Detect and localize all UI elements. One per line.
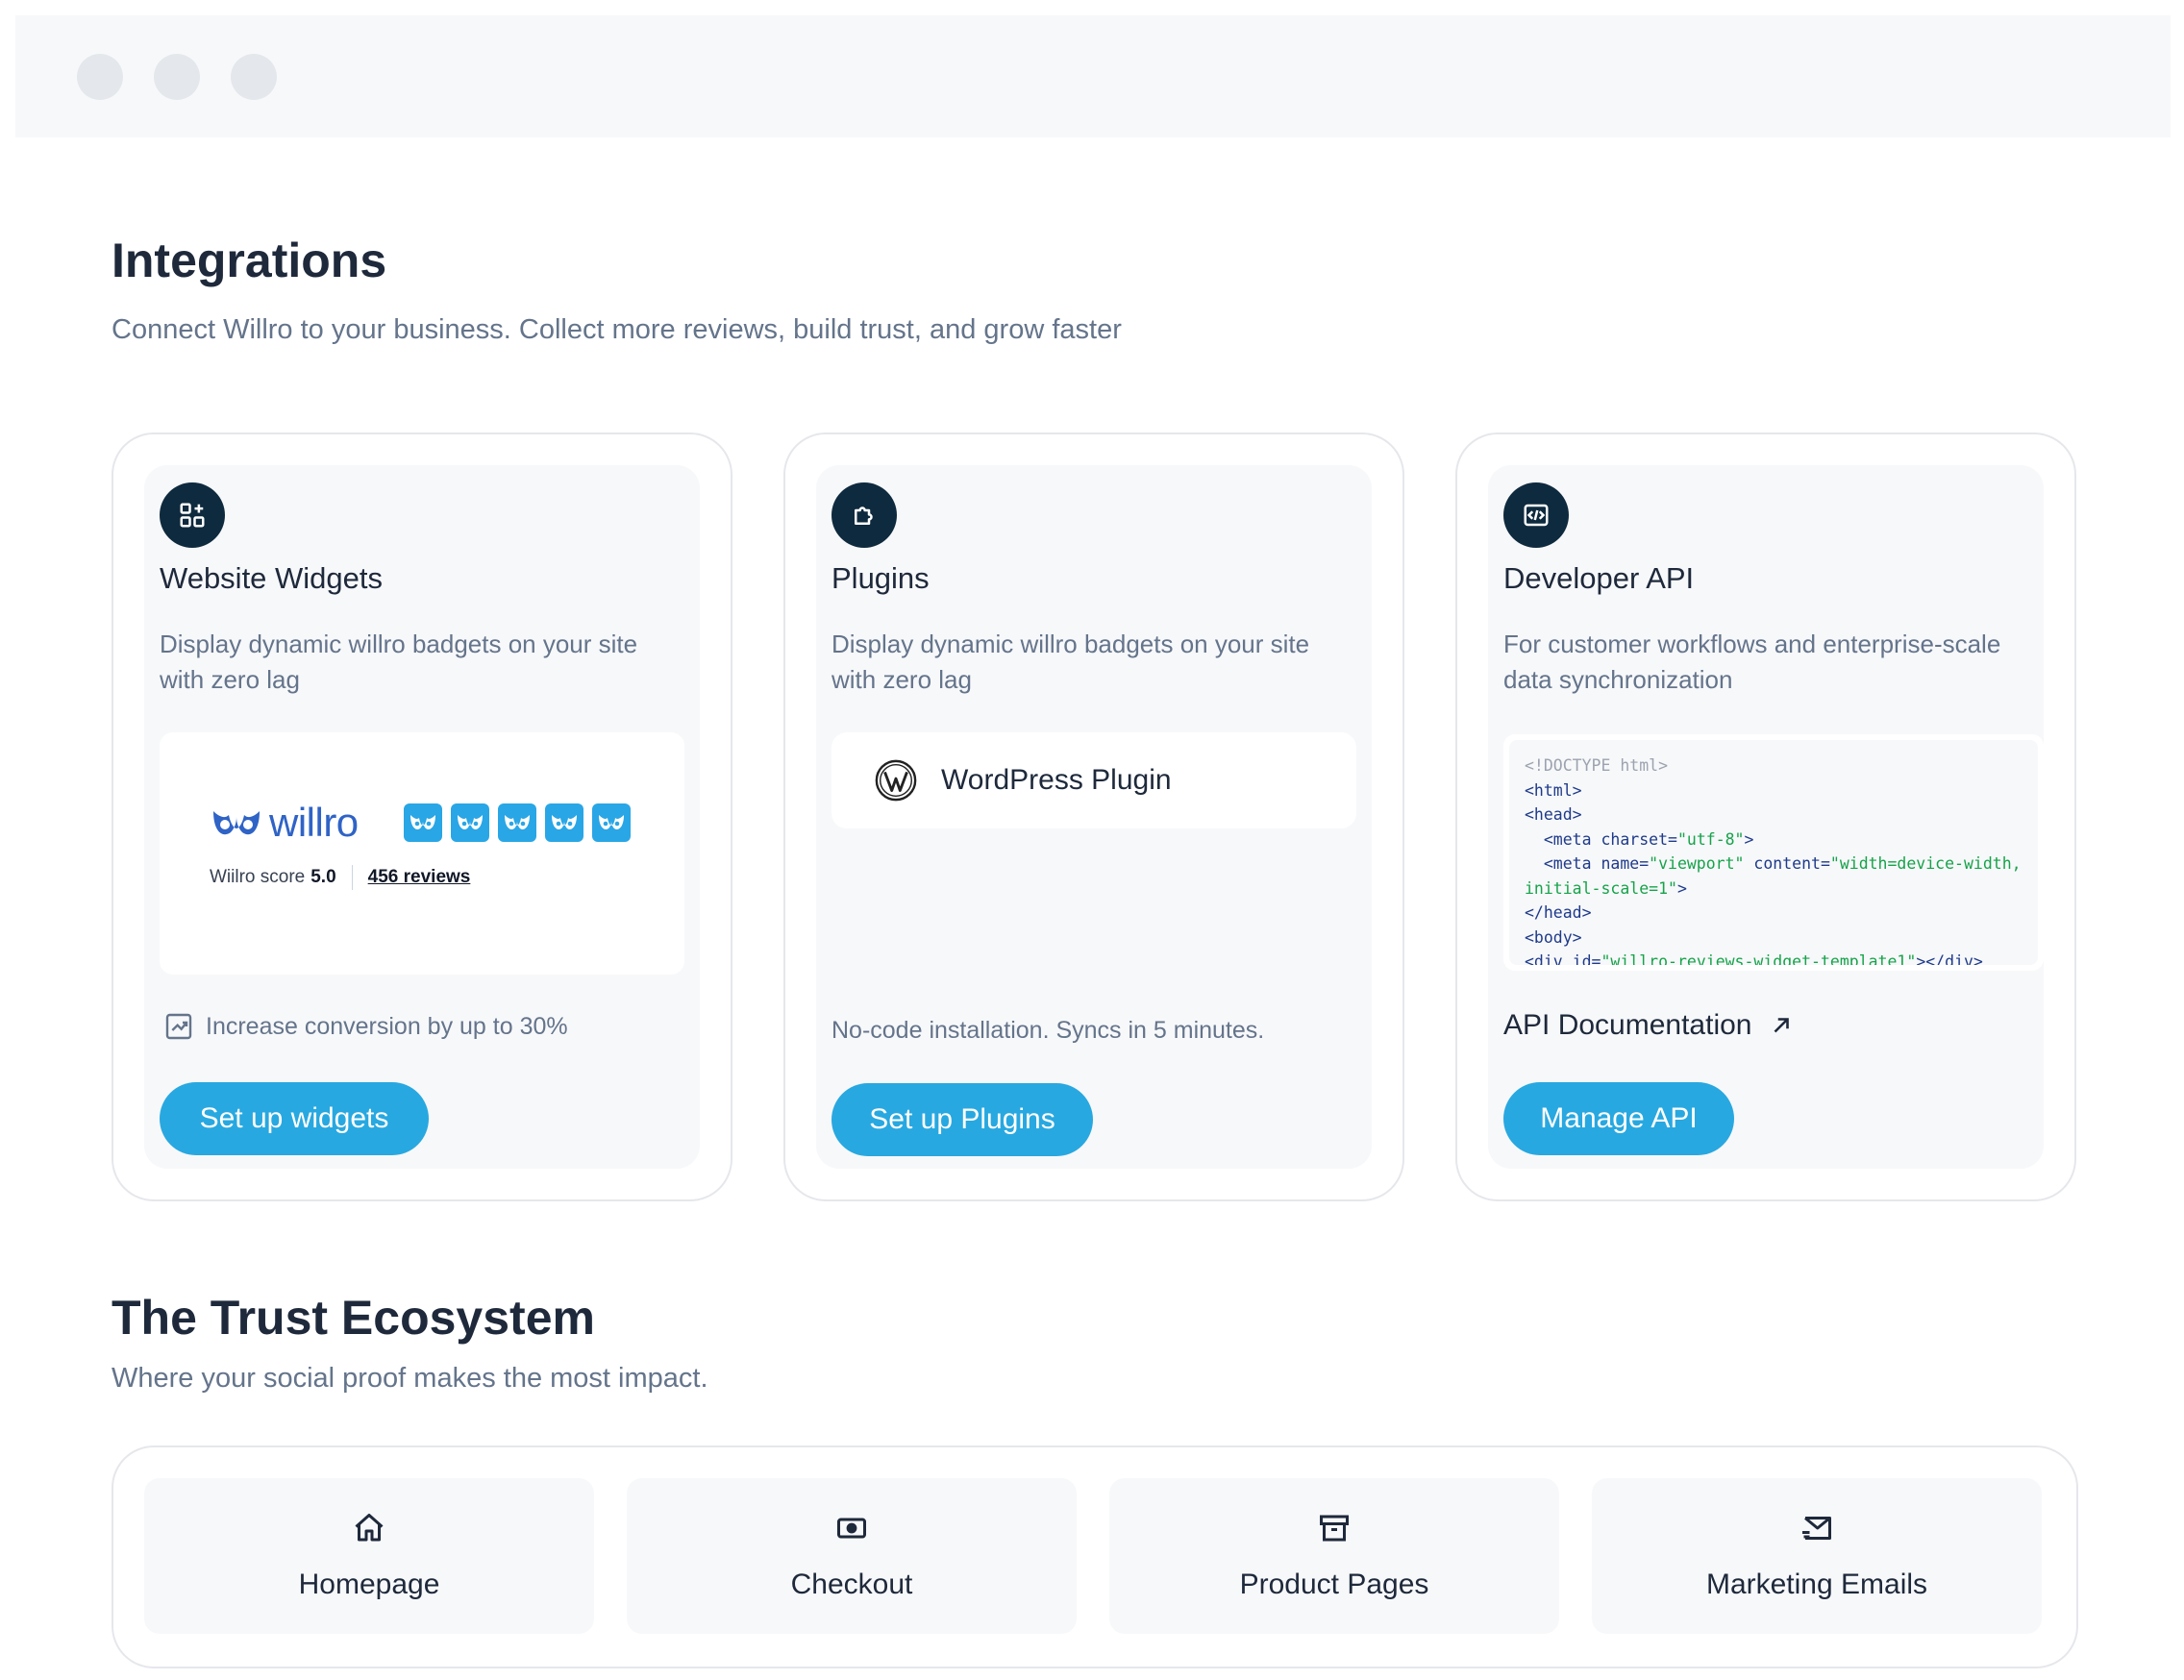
- ecosystem-item-product-pages[interactable]: Product Pages: [1109, 1478, 1559, 1634]
- code-line: <div id="willro-reviews-widget-template1…: [1525, 950, 2023, 965]
- review-badge-preview: willro Wiilro score 5.0 456 reviews: [160, 732, 684, 975]
- code-snippet: <!DOCTYPE html> <html> <head> <meta char…: [1503, 734, 2044, 971]
- card-description: Display dynamic willro badgets on your s…: [831, 630, 1310, 694]
- ecosystem-item-marketing-emails[interactable]: Marketing Emails: [1592, 1478, 2042, 1634]
- code-line: </head>: [1525, 903, 1592, 922]
- code-token: >: [1676, 878, 1687, 898]
- window-titlebar: [15, 15, 2171, 137]
- card-description: For customer workflows and enterprise-sc…: [1503, 630, 2001, 694]
- window-control-dot[interactable]: [77, 54, 123, 100]
- code-token: <meta name=: [1525, 854, 1650, 873]
- manage-api-button[interactable]: Manage API: [1503, 1082, 1734, 1155]
- card-website-widgets: Website Widgets Display dynamic willro b…: [112, 432, 732, 1201]
- wordpress-icon: [875, 759, 917, 802]
- conversion-benefit: Increase conversion by up to 30%: [163, 1011, 568, 1042]
- code-token: ></div>: [1916, 952, 1983, 965]
- ecosystem-panel: Homepage Checkout Product Pages Marketin…: [112, 1445, 2078, 1668]
- willro-logo-icon: [213, 811, 260, 835]
- code-line: <html>: [1525, 780, 1582, 800]
- home-icon: [355, 1514, 384, 1542]
- chart-trend-icon: [165, 1013, 192, 1040]
- star-rating: [404, 803, 631, 842]
- code-token: "willro-reviews-widget-template1": [1601, 952, 1917, 965]
- card-developer-api-inner: Developer API For customer workflows and…: [1488, 465, 2044, 1169]
- score-value: 5.0: [310, 867, 336, 887]
- score-row: Wiilro score 5.0 456 reviews: [210, 865, 470, 890]
- code-line: <meta name="viewport" content="width=dev…: [1525, 852, 2023, 901]
- set-up-plugins-button[interactable]: Set up Plugins: [831, 1083, 1093, 1156]
- plugin-name: WordPress Plugin: [941, 764, 1172, 796]
- arrow-up-right-icon: [1774, 1018, 1790, 1033]
- card-title: Website Widgets: [160, 561, 384, 595]
- reviews-link[interactable]: 456 reviews: [368, 867, 471, 888]
- card-plugins: Plugins Display dynamic willro badgets o…: [783, 432, 1404, 1201]
- code-token: "viewport": [1649, 854, 1745, 873]
- willro-logo: willro: [210, 800, 359, 846]
- window-control-dot[interactable]: [154, 54, 200, 100]
- card-developer-api: Developer API For customer workflows and…: [1455, 432, 2076, 1201]
- ecosystem-item-label: Marketing Emails: [1705, 1569, 1928, 1600]
- ecosystem-item-label: Checkout: [790, 1569, 913, 1600]
- card-title: Plugins: [831, 561, 930, 595]
- widgets-icon: [160, 482, 225, 548]
- code-token: <meta charset=: [1525, 829, 1677, 849]
- page-subtitle: Connect Willro to your business. Collect…: [112, 314, 1122, 345]
- code-token: <div id=: [1525, 952, 1601, 965]
- page-title: Integrations: [112, 234, 387, 287]
- card-plugins-inner: Plugins Display dynamic willro badgets o…: [816, 465, 1372, 1169]
- divider: [351, 865, 353, 890]
- ecosystem-item-checkout[interactable]: Checkout: [627, 1478, 1077, 1634]
- api-documentation-link[interactable]: API Documentation: [1503, 1009, 1794, 1042]
- puzzle-icon: [831, 482, 897, 548]
- score-label: Wiilro score: [210, 867, 306, 887]
- archive-box-icon: [1320, 1515, 1349, 1542]
- star-icon: [592, 803, 631, 842]
- api-documentation-label: API Documentation: [1503, 1009, 1752, 1041]
- card-title: Developer API: [1503, 561, 1695, 595]
- code-line: <head>: [1525, 805, 1582, 824]
- ecosystem-item-label: Homepage: [298, 1569, 440, 1600]
- code-token: "utf-8": [1676, 829, 1745, 849]
- code-line: <body>: [1525, 927, 1582, 947]
- wordpress-plugin-item[interactable]: WordPress Plugin: [831, 732, 1356, 828]
- star-icon: [404, 803, 442, 842]
- card-website-widgets-inner: Website Widgets Display dynamic willro b…: [144, 465, 700, 1169]
- cash-icon: [837, 1518, 866, 1539]
- benefit-text: Increase conversion by up to 30%: [206, 1012, 568, 1040]
- ecosystem-item-label: Product Pages: [1239, 1569, 1429, 1600]
- star-icon: [545, 803, 583, 842]
- code-icon: [1503, 482, 1569, 548]
- section-subtitle: Where your social proof makes the most i…: [112, 1363, 708, 1394]
- code-line: <meta charset="utf-8">: [1525, 828, 2023, 852]
- code-token: content=: [1744, 854, 1830, 873]
- star-icon: [451, 803, 489, 842]
- window-control-dot[interactable]: [231, 54, 277, 100]
- code-line: <!DOCTYPE html>: [1525, 756, 1669, 775]
- card-description: Display dynamic willro badgets on your s…: [160, 630, 638, 694]
- ecosystem-item-homepage[interactable]: Homepage: [144, 1478, 594, 1634]
- mail-send-icon: [1802, 1517, 1831, 1540]
- code-token: >: [1744, 829, 1754, 849]
- section-title: The Trust Ecosystem: [112, 1291, 595, 1345]
- set-up-widgets-button[interactable]: Set up widgets: [160, 1082, 429, 1155]
- willro-logo-text: willro: [269, 800, 359, 845]
- plugin-note: No-code installation. Syncs in 5 minutes…: [831, 1017, 1265, 1044]
- star-icon: [498, 803, 536, 842]
- code-snippet-content: <!DOCTYPE html> <html> <head> <meta char…: [1509, 740, 2038, 965]
